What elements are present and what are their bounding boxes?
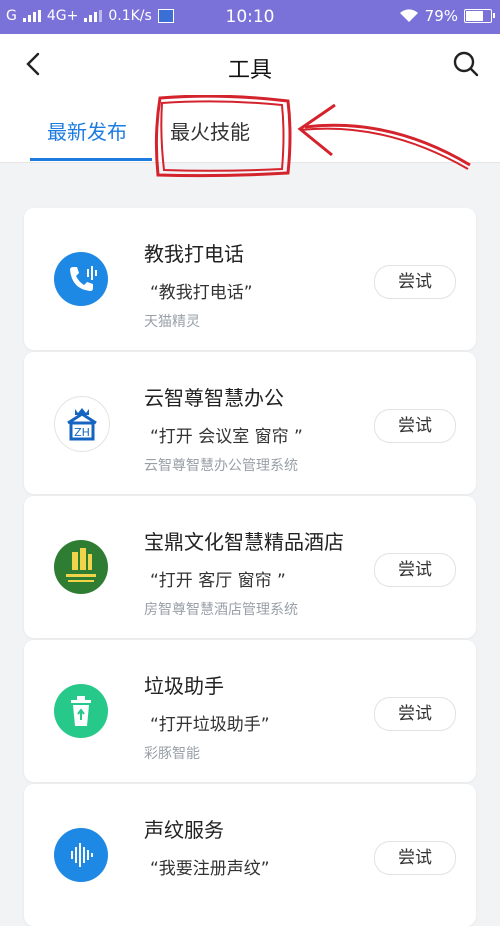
phone-voice-icon [54,252,108,306]
skill-maker: 云智尊智慧办公管理系统 [144,458,298,474]
skill-maker: 彩豚智能 [144,746,200,762]
skill-name: 云智尊智慧办公 [144,386,284,410]
skill-command: “打开垃圾助手” [150,715,270,735]
battery-icon [464,9,495,23]
list-item[interactable]: 声纹服务 “我要注册声纹” 尝试 [24,784,476,926]
house-crown-icon: ZH [54,396,110,452]
search-button[interactable] [452,50,480,78]
skill-maker: 房智尊智慧酒店管理系统 [144,602,298,618]
skill-name: 教我打电话 [144,242,244,266]
tab-latest[interactable]: 最新发布 [47,116,127,145]
list-item[interactable]: ZH 云智尊智慧办公 “打开 会议室 窗帘 ” 云智尊智慧办公管理系统 尝试 [24,352,476,494]
wifi-icon [399,9,419,23]
hotel-logo-icon [54,540,108,594]
search-icon [453,51,479,77]
try-button[interactable]: 尝试 [374,409,456,443]
list-item[interactable]: 教我打电话 “教我打电话” 天猫精灵 尝试 [24,208,476,350]
try-button[interactable]: 尝试 [374,553,456,587]
skill-name: 垃圾助手 [144,674,224,698]
skill-maker: 天猫精灵 [144,314,200,330]
list-item[interactable]: 宝鼎文化智慧精品酒店 “打开 客厅 窗帘 ” 房智尊智慧酒店管理系统 尝试 [24,496,476,638]
tab-indicator [30,158,152,161]
try-button[interactable]: 尝试 [374,265,456,299]
status-bar: G 4G+ 0.1K/s 10:10 79% [0,0,500,34]
try-button[interactable]: 尝试 [374,697,456,731]
tab-bar: 最新发布 最火技能 [0,112,500,162]
svg-text:ZH: ZH [74,426,90,439]
voiceprint-icon [54,828,108,882]
skill-command: “打开 会议室 窗帘 ” [150,427,303,447]
skill-command: “我要注册声纹” [150,859,270,879]
status-right: 79% [399,7,495,25]
skill-command: “打开 客厅 窗帘 ” [150,571,286,591]
skill-name: 宝鼎文化智慧精品酒店 [144,530,344,554]
skill-name: 声纹服务 [144,818,224,842]
tab-popular[interactable]: 最火技能 [170,116,250,145]
page-title: 工具 [227,58,272,83]
skill-command: “教我打电话” [150,283,253,303]
battery-percent: 79% [424,7,458,25]
header: 工具 最新发布 最火技能 [0,34,500,163]
recycle-bin-icon [54,684,108,738]
list-item[interactable]: 垃圾助手 “打开垃圾助手” 彩豚智能 尝试 [24,640,476,782]
try-button[interactable]: 尝试 [374,841,456,875]
